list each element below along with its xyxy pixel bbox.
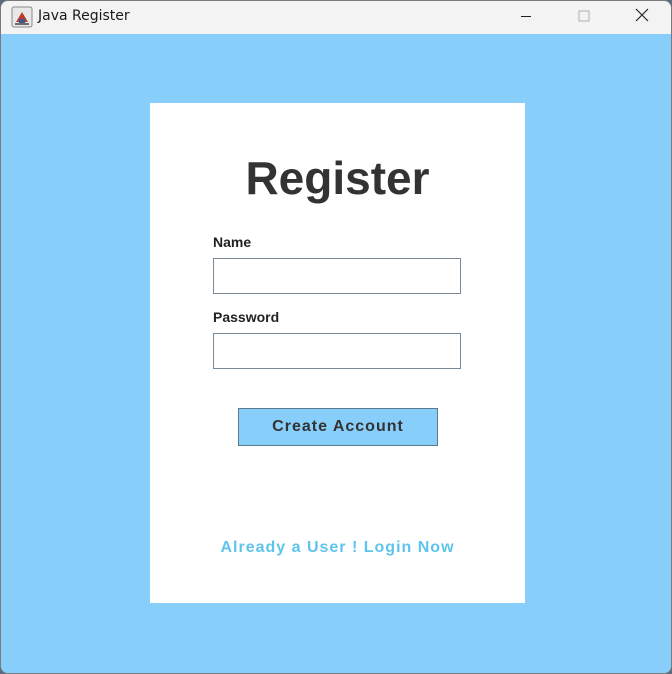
java-coffee-icon [11, 6, 33, 28]
password-field[interactable] [213, 333, 461, 369]
register-card: Register Name Password Create Account Al… [150, 103, 525, 603]
minimize-button[interactable] [497, 1, 555, 34]
minimize-icon [520, 9, 532, 27]
maximize-button[interactable] [555, 1, 613, 34]
password-label: Password [213, 309, 280, 325]
name-label: Name [213, 234, 252, 250]
name-field[interactable] [213, 258, 461, 294]
close-icon [635, 8, 649, 27]
login-link[interactable]: Already a User ! Login Now [150, 539, 525, 557]
title-bar[interactable]: Java Register [1, 1, 671, 34]
content-area: Register Name Password Create Account Al… [1, 34, 671, 673]
app-window: Java Register Register Name Password Cre… [0, 0, 672, 674]
page-title: Register [245, 152, 430, 204]
create-account-button[interactable]: Create Account [238, 408, 438, 446]
close-button[interactable] [613, 1, 671, 34]
maximize-icon [578, 9, 590, 27]
window-title: Java Register [38, 8, 130, 24]
